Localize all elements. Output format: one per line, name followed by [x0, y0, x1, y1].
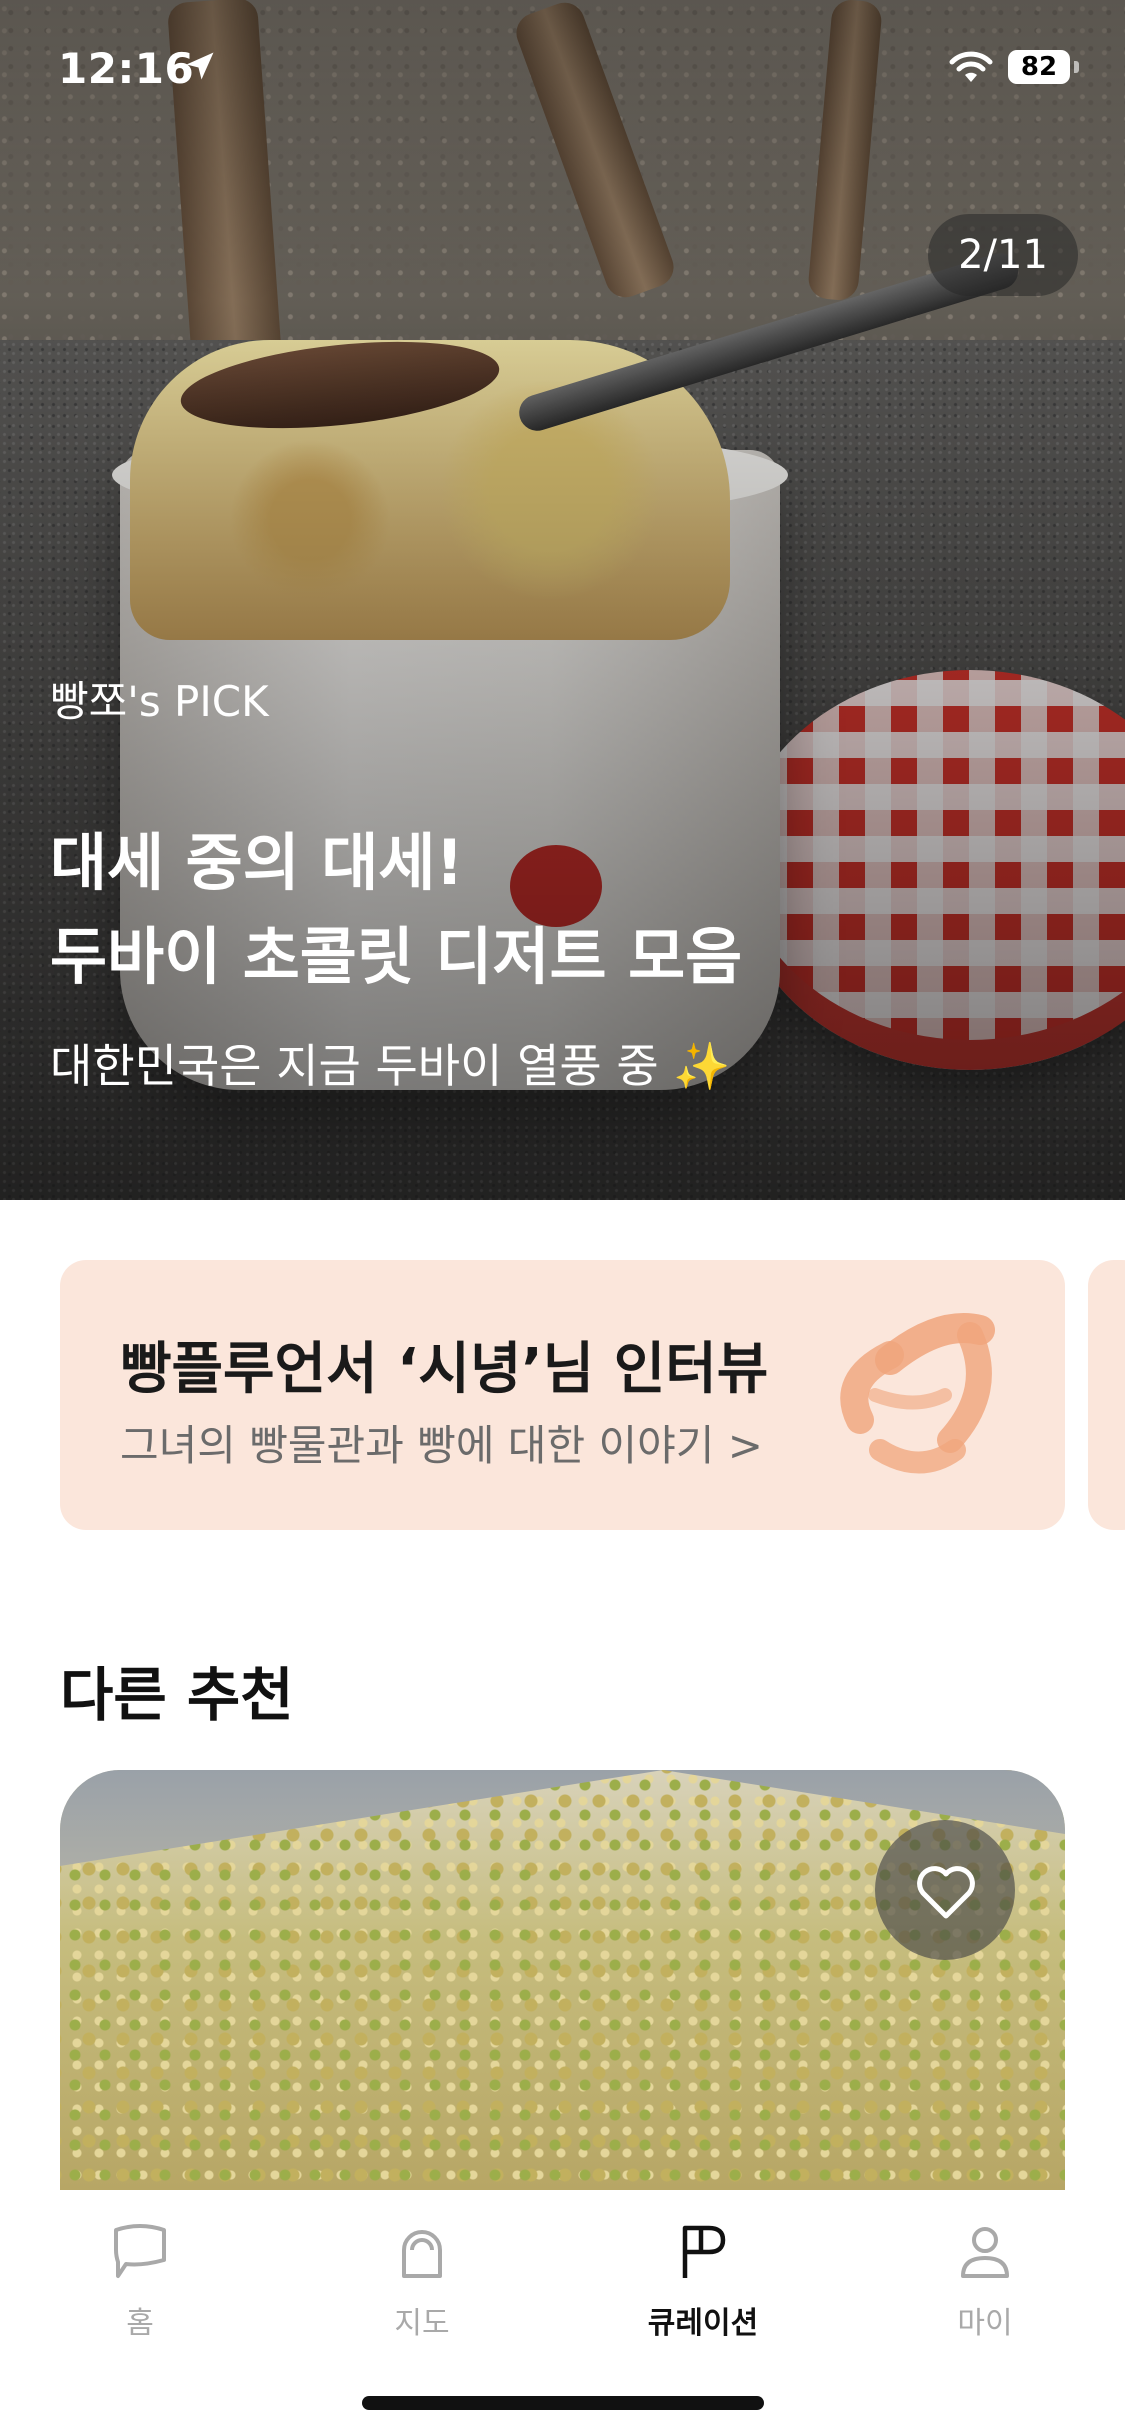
hero-title-line2: 두바이 초콜릿 디저트 모음 — [50, 920, 743, 993]
battery-indicator: 82 — [1008, 50, 1070, 84]
hero-title-line1: 대세 중의 대세! — [50, 826, 464, 899]
tab-home[interactable]: 홈 — [40, 2220, 240, 2342]
next-banner-peek[interactable] — [1088, 1260, 1125, 1530]
carousel-counter: 2/11 — [928, 214, 1078, 296]
flag-icon — [682, 2225, 726, 2278]
status-time: 12:16 — [58, 44, 195, 93]
wifi-icon — [949, 51, 993, 82]
tab-home-label: 홈 — [126, 2306, 154, 2341]
person-icon — [961, 2227, 1009, 2278]
interview-banner[interactable]: 빵플루언서 ‘시녕’님 인터뷰 그녀의 빵물관과 빵에 대한 이야기 > — [60, 1260, 1065, 1530]
home-indicator[interactable] — [362, 2396, 764, 2410]
banner-subtitle: 그녀의 빵물관과 빵에 대한 이야기 > — [120, 1421, 763, 1470]
hero-subtitle: 대한민국은 지금 두바이 열풍 중 ✨ — [50, 1039, 731, 1093]
tab-my-label: 마이 — [957, 2306, 1013, 2341]
section-title: 다른 추천 — [60, 1661, 294, 1729]
speech-bubble-icon — [114, 2224, 166, 2278]
hero-overlay — [0, 0, 1125, 1200]
tab-curation[interactable]: 큐레이션 — [603, 2220, 803, 2342]
tab-my[interactable]: 마이 — [885, 2220, 1085, 2342]
tab-curation-label: 큐레이션 — [647, 2306, 759, 2341]
status-bar: 12:16 82 — [0, 0, 1125, 140]
banner-title: 빵플루언서 ‘시녕’님 인터뷰 — [120, 1337, 769, 1402]
tab-map[interactable]: 지도 — [322, 2220, 522, 2342]
tab-map-label: 지도 — [394, 2306, 450, 2341]
favorite-button[interactable] — [875, 1820, 1015, 1960]
bread-icon — [402, 2230, 442, 2278]
hero-carousel[interactable]: 빵쪼's PICK 대세 중의 대세! 두바이 초콜릿 디저트 모음 대한민국은… — [0, 0, 1125, 1200]
heart-icon — [917, 1866, 975, 1919]
battery-tip — [1074, 61, 1079, 73]
location-arrow-icon — [186, 52, 214, 80]
croissant-icon — [840, 1313, 995, 1474]
pick-label: 빵쪼's PICK — [50, 677, 269, 726]
